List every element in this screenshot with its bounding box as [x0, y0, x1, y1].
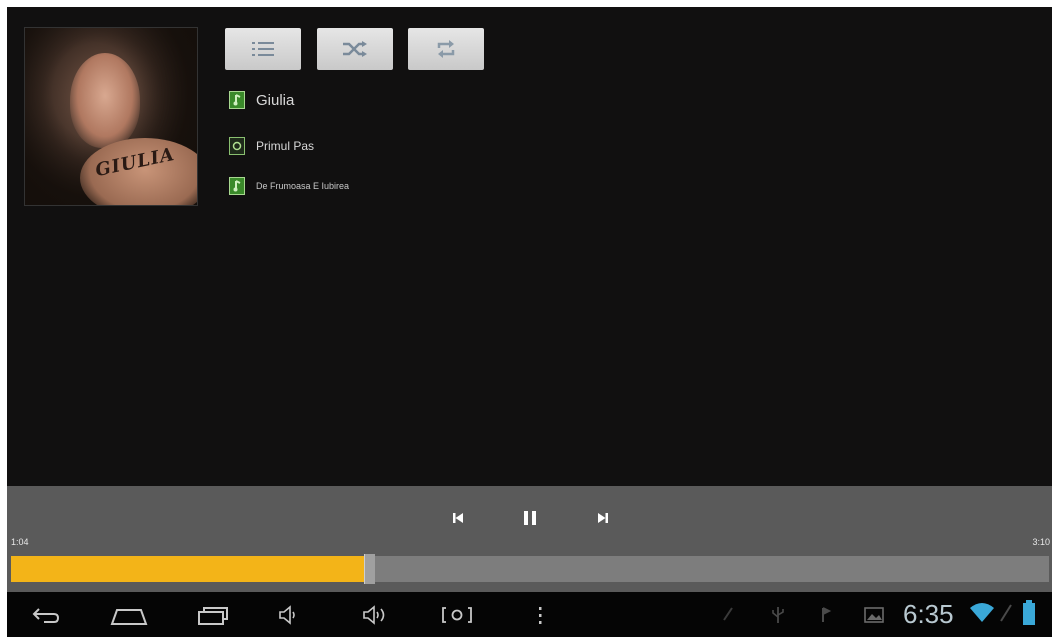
- seek-bar[interactable]: [11, 554, 1049, 584]
- system-nav-bar: 6:35: [7, 592, 1052, 637]
- elapsed-time: 1:04: [11, 537, 29, 547]
- battery-icon: [1022, 600, 1036, 626]
- screenshot-icon: [442, 607, 472, 623]
- total-time: 3:10: [1032, 537, 1050, 547]
- player-controls: 1:04 3:10: [7, 486, 1052, 592]
- status-clock: 6:35: [903, 599, 954, 629]
- wifi-icon: [969, 601, 995, 623]
- volume-down-button[interactable]: [275, 602, 301, 628]
- album-art-face: [70, 53, 140, 148]
- skip-next-icon: [598, 513, 608, 523]
- volume-up-button[interactable]: [360, 602, 392, 628]
- screenshot-button[interactable]: [439, 602, 475, 628]
- track-title: Primul Pas: [256, 139, 315, 153]
- now-playing-icon: [229, 137, 245, 155]
- shuffle-icon: [343, 41, 367, 57]
- music-note-icon: [229, 177, 245, 195]
- menu-button[interactable]: [535, 602, 545, 628]
- home-button[interactable]: [107, 602, 151, 628]
- skip-previous-icon: [453, 513, 463, 523]
- gallery-icon: [863, 605, 885, 625]
- home-icon: [110, 609, 148, 625]
- seek-bar-thumb[interactable]: [363, 554, 375, 584]
- shuffle-button[interactable]: [317, 28, 393, 70]
- recent-apps-button[interactable]: [193, 602, 233, 628]
- track-title: De Frumoasa E Iubirea: [256, 181, 350, 191]
- pause-icon: [524, 511, 536, 525]
- back-button[interactable]: [29, 602, 63, 628]
- menu-icon: [539, 607, 542, 624]
- previous-button[interactable]: [446, 506, 470, 530]
- track-item-3[interactable]: De Frumoasa E Iubirea: [229, 175, 349, 197]
- signal-icon: [999, 603, 1013, 623]
- music-note-icon: [229, 91, 245, 109]
- next-button[interactable]: [591, 506, 615, 530]
- usb-icon: [771, 605, 785, 625]
- playlist-icon: [252, 42, 274, 56]
- album-art[interactable]: GIULIA: [24, 27, 198, 206]
- back-icon: [32, 608, 60, 623]
- track-title: Giulia: [256, 91, 295, 109]
- debug-icon: [819, 605, 833, 625]
- volume-up-icon: [363, 605, 385, 625]
- music-player-screen: GIULIA Giulia Primul Pas De Frumoasa E I…: [7, 7, 1052, 637]
- repeat-button[interactable]: [408, 28, 484, 70]
- track-item-2[interactable]: Primul Pas: [229, 135, 314, 157]
- playlist-button[interactable]: [225, 28, 301, 70]
- pause-button[interactable]: [518, 506, 542, 530]
- repeat-icon: [437, 40, 455, 58]
- volume-down-icon: [279, 605, 295, 625]
- seek-bar-fill: [11, 556, 364, 582]
- notification-icon: [721, 605, 735, 623]
- track-item-1[interactable]: Giulia: [229, 89, 294, 111]
- recent-apps-icon: [198, 607, 228, 625]
